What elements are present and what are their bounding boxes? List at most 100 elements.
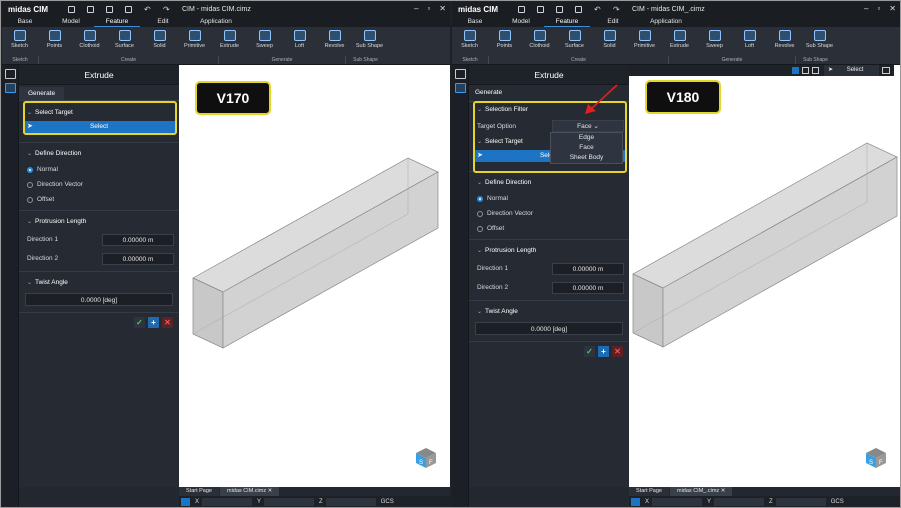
close-icon[interactable]: ✕ xyxy=(268,488,273,494)
open-folder-icon[interactable] xyxy=(87,5,94,13)
tool-clothoid[interactable]: Clothoid xyxy=(72,30,107,49)
save-as-icon[interactable] xyxy=(575,5,582,13)
radio-direction-vector[interactable]: Direction Vector xyxy=(469,206,629,221)
undo-icon[interactable]: ↶ xyxy=(594,5,601,13)
tool-solid[interactable]: Solid xyxy=(142,30,177,49)
z-coord-field[interactable] xyxy=(325,497,376,506)
add-plus-icon[interactable]: + xyxy=(148,317,159,328)
tool-primitive[interactable]: Primitive xyxy=(177,30,212,49)
z-coord-field[interactable] xyxy=(775,497,826,506)
snap-icon[interactable] xyxy=(631,497,640,506)
save-as-icon[interactable] xyxy=(125,5,132,13)
maximize-icon[interactable]: ▫ xyxy=(877,4,880,13)
viewport[interactable]: V180 SF xyxy=(629,65,900,487)
tool-points[interactable]: Points xyxy=(487,30,522,49)
tool-sweep[interactable]: Sweep xyxy=(697,30,732,49)
tool-revolve[interactable]: Revolve xyxy=(317,30,352,49)
chat-icon[interactable] xyxy=(454,69,466,79)
radio-offset[interactable]: Offset xyxy=(19,192,179,207)
define-direction-header[interactable]: ⌄ Define Direction xyxy=(19,146,179,162)
snap-icon[interactable] xyxy=(181,497,190,506)
redo-icon[interactable]: ↷ xyxy=(163,5,170,13)
view-style-icon[interactable] xyxy=(802,67,809,74)
minimize-icon[interactable]: – xyxy=(864,4,868,13)
menu-model[interactable]: Model xyxy=(48,16,94,27)
view-option-icon[interactable] xyxy=(812,67,819,74)
view-cube-icon[interactable]: SF xyxy=(415,447,437,469)
tab-document[interactable]: midas CIM.cimz ✕ xyxy=(220,487,280,496)
menu-feature[interactable]: Feature xyxy=(94,16,140,27)
chat-icon[interactable] xyxy=(4,69,16,79)
radio-normal[interactable]: Normal xyxy=(469,191,629,206)
tool-solid[interactable]: Solid xyxy=(592,30,627,49)
twist-angle-input[interactable]: 0.0000 [deg] xyxy=(475,322,623,335)
select-mode[interactable]: ➤ Select xyxy=(824,65,879,76)
tab-start-page[interactable]: Start Page xyxy=(629,487,669,496)
tool-surface[interactable]: Surface xyxy=(107,30,142,49)
viewport[interactable]: V170 SF xyxy=(179,65,450,487)
tool-extrude[interactable]: Extrude xyxy=(212,30,247,49)
tool-extrude[interactable]: Extrude xyxy=(662,30,697,49)
undo-icon[interactable]: ↶ xyxy=(144,5,151,13)
new-file-icon[interactable] xyxy=(68,5,75,13)
tab-generate[interactable]: Generate xyxy=(19,87,65,100)
feature-panel-icon[interactable] xyxy=(4,83,16,93)
view-cube-icon[interactable]: SF xyxy=(865,447,887,469)
tool-sketch[interactable]: Sketch xyxy=(452,30,487,49)
twist-angle-input[interactable]: 0.0000 [deg] xyxy=(25,293,173,306)
tool-sketch[interactable]: Sketch xyxy=(2,30,37,49)
tool-revolve[interactable]: Revolve xyxy=(767,30,802,49)
tool-clothoid[interactable]: Clothoid xyxy=(522,30,557,49)
radio-offset[interactable]: Offset xyxy=(469,221,629,236)
tool-primitive[interactable]: Primitive xyxy=(627,30,662,49)
y-coord-field[interactable] xyxy=(264,497,315,506)
menu-application[interactable]: Application xyxy=(636,16,696,27)
minimize-icon[interactable]: – xyxy=(414,4,418,13)
menu-feature[interactable]: Feature xyxy=(544,16,590,27)
add-plus-icon[interactable]: + xyxy=(598,346,609,357)
direction1-input[interactable]: 0.00000 m xyxy=(102,233,174,246)
direction1-input[interactable]: 0.00000 m xyxy=(552,262,624,275)
tab-document[interactable]: midas CIM_.cimz ✕ xyxy=(670,487,733,496)
save-icon[interactable] xyxy=(556,5,563,13)
option-face[interactable]: Face xyxy=(551,143,622,153)
y-coord-field[interactable] xyxy=(714,497,765,506)
apply-check-icon[interactable]: ✓ xyxy=(134,317,145,328)
protrusion-length-header[interactable]: ⌄ Protrusion Length xyxy=(19,214,179,230)
tab-start-page[interactable]: Start Page xyxy=(179,487,219,496)
tool-sub-shape[interactable]: Sub Shape xyxy=(352,30,387,49)
radio-normal[interactable]: Normal xyxy=(19,162,179,177)
tool-loft[interactable]: Loft xyxy=(732,30,767,49)
menu-model[interactable]: Model xyxy=(498,16,544,27)
define-direction-header[interactable]: ⌄ Define Direction xyxy=(469,175,629,191)
twist-angle-header[interactable]: ⌄ Twist Angle xyxy=(469,304,629,320)
option-sheet-body[interactable]: Sheet Body xyxy=(551,153,622,163)
x-coord-field[interactable] xyxy=(652,497,703,506)
direction2-input[interactable]: 0.00000 m xyxy=(552,281,624,294)
menu-edit[interactable]: Edit xyxy=(140,16,186,27)
radio-direction-vector[interactable]: Direction Vector xyxy=(19,177,179,192)
tool-sub-shape[interactable]: Sub Shape xyxy=(802,30,837,49)
menu-edit[interactable]: Edit xyxy=(590,16,636,27)
menu-base[interactable]: Base xyxy=(2,16,48,27)
menu-application[interactable]: Application xyxy=(186,16,246,27)
save-icon[interactable] xyxy=(106,5,113,13)
x-coord-field[interactable] xyxy=(202,497,253,506)
tool-points[interactable]: Points xyxy=(37,30,72,49)
close-icon[interactable]: ✕ xyxy=(889,4,896,13)
cancel-x-icon[interactable]: ✕ xyxy=(612,346,623,357)
apply-check-icon[interactable]: ✓ xyxy=(584,346,595,357)
option-edge[interactable]: Edge xyxy=(551,133,622,143)
open-folder-icon[interactable] xyxy=(537,5,544,13)
new-file-icon[interactable] xyxy=(518,5,525,13)
window-icon[interactable] xyxy=(882,67,890,74)
tool-loft[interactable]: Loft xyxy=(282,30,317,49)
close-icon[interactable]: ✕ xyxy=(721,488,726,494)
cancel-x-icon[interactable]: ✕ xyxy=(162,317,173,328)
maximize-icon[interactable]: ▫ xyxy=(427,4,430,13)
close-icon[interactable]: ✕ xyxy=(439,4,446,13)
tool-sweep[interactable]: Sweep xyxy=(247,30,282,49)
twist-angle-header[interactable]: ⌄ Twist Angle xyxy=(19,275,179,291)
redo-icon[interactable]: ↷ xyxy=(613,5,620,13)
menu-base[interactable]: Base xyxy=(452,16,498,27)
